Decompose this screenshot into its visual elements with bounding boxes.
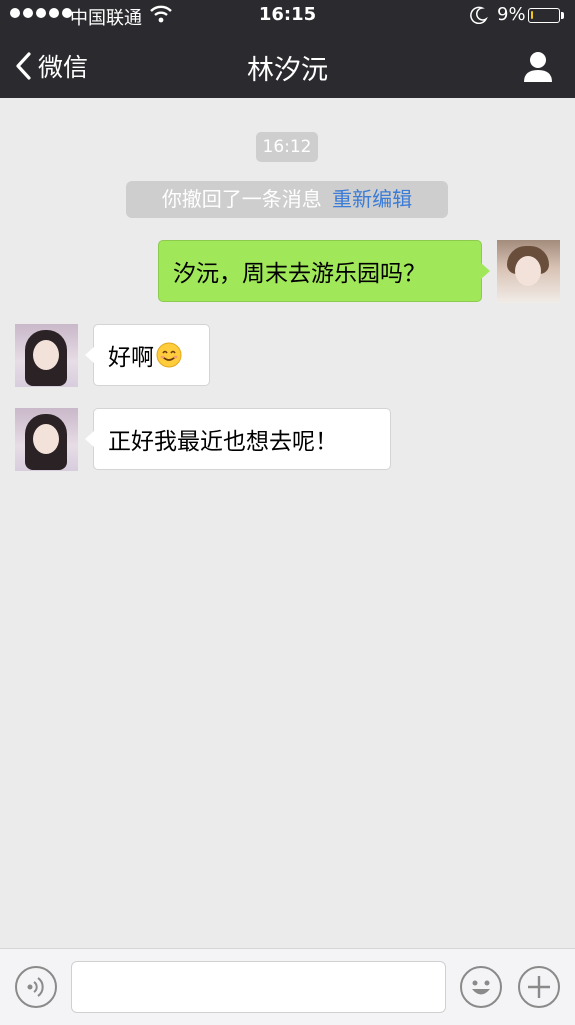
smiling-face-icon bbox=[156, 342, 182, 368]
chat-info-person-icon[interactable] bbox=[519, 48, 557, 86]
chat-input-bar bbox=[0, 948, 575, 1025]
avatar-face bbox=[515, 256, 541, 286]
voice-input-button[interactable] bbox=[15, 966, 57, 1008]
status-time: 16:15 bbox=[258, 4, 317, 25]
message-text: 好啊 bbox=[108, 345, 154, 371]
re-edit-link[interactable]: 重新编辑 bbox=[332, 187, 412, 211]
message-timestamp: 16:12 bbox=[256, 132, 318, 162]
incoming-message-bubble[interactable]: 正好我最近也想去呢！ bbox=[85, 408, 391, 470]
my-avatar[interactable] bbox=[497, 240, 560, 303]
battery-level bbox=[531, 11, 533, 19]
battery-tip bbox=[561, 12, 564, 19]
battery-icon bbox=[528, 8, 560, 23]
recall-notice: 你撤回了一条消息 重新编辑 bbox=[126, 181, 448, 218]
message-input[interactable] bbox=[71, 961, 446, 1013]
contact-avatar[interactable] bbox=[15, 408, 78, 471]
do-not-disturb-moon-icon bbox=[470, 6, 488, 24]
outgoing-message-bubble[interactable]: 汐沅，周末去游乐园吗？ bbox=[158, 240, 490, 302]
chat-title: 林汐沅 bbox=[247, 55, 328, 86]
incoming-message-bubble[interactable]: 好啊 bbox=[85, 324, 210, 386]
more-options-button[interactable] bbox=[518, 966, 560, 1008]
message-text: 汐沅，周末去游乐园吗？ bbox=[173, 261, 426, 287]
status-bar: 中国联通 16:15 9% bbox=[0, 0, 575, 32]
avatar-face bbox=[33, 340, 59, 370]
recall-notice-text: 你撤回了一条消息 bbox=[161, 187, 322, 211]
voice-icon bbox=[27, 977, 44, 997]
emoji-icon bbox=[472, 980, 490, 995]
emoji-button[interactable] bbox=[460, 966, 502, 1008]
avatar-face bbox=[33, 424, 59, 454]
message-text: 正好我最近也想去呢！ bbox=[108, 429, 338, 455]
contact-avatar[interactable] bbox=[15, 324, 78, 387]
battery-percent: 9% bbox=[497, 4, 526, 25]
navigation-bar: 中国联通 16:15 9% 微信 林汐沅 bbox=[0, 0, 575, 98]
plus-icon bbox=[528, 976, 550, 998]
